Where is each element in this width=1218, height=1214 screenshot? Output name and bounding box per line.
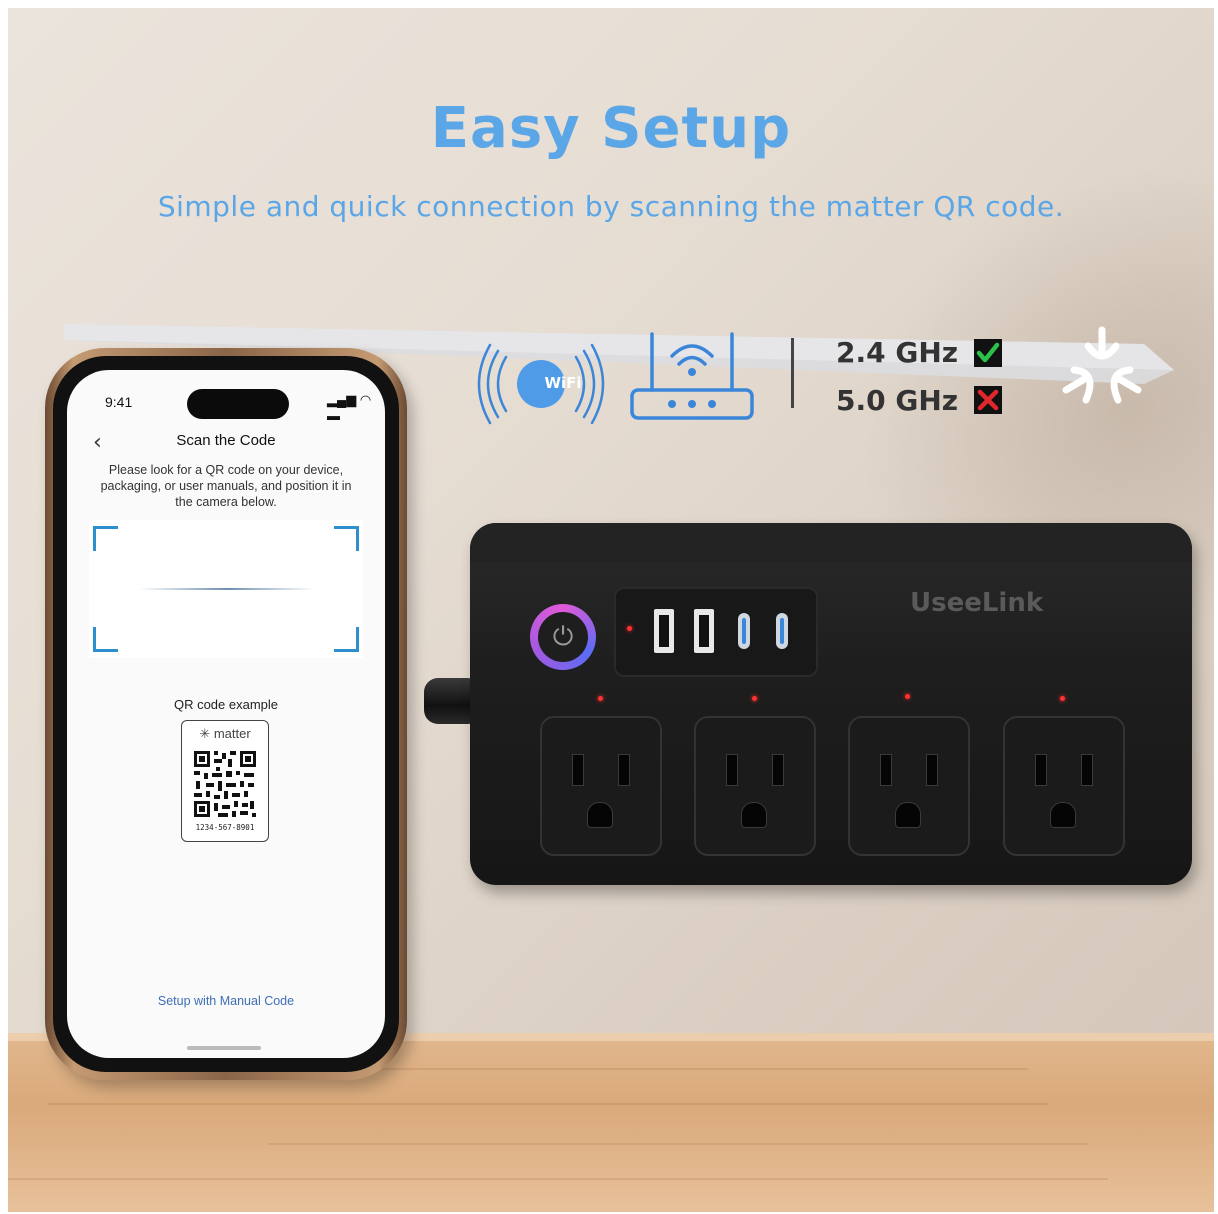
power-icon: ⏻ [538,612,588,662]
cross-icon [974,386,1002,414]
qr-example-card: ✳ matter 1234-567-8901 [181,720,269,842]
headline: Easy Setup [430,96,792,161]
qr-code-icon [192,749,258,819]
usb-panel [614,587,818,677]
viewfinder-corner [93,627,118,652]
wifi-badge-label: WiFi [544,374,582,392]
setup-manual-code-link[interactable]: Setup with Manual Code [67,994,385,1008]
usb-ports-icon [654,609,788,653]
brand-logo: UseeLink [910,588,1044,618]
screen-title: Scan the Code [176,432,276,449]
band-label-2-4: 2.4 GHz [836,336,959,369]
viewfinder-corner [93,526,118,551]
check-icon [974,339,1002,367]
divider [791,338,794,408]
ac-outlet [540,716,662,856]
screen-description: Please look for a QR code on your device… [100,463,352,509]
viewfinder-corner [334,526,359,551]
indicator-led [627,626,632,631]
status-icons: ▂▄▆ ◠ ▬ [327,392,372,423]
qr-example-label: QR code example [173,697,279,712]
indicator-led [1060,696,1065,701]
indicator-led [905,694,910,699]
phone-screen: 9:41 ▂▄▆ ◠ ▬ ‹ Scan the Code Please look… [67,370,385,1058]
band-label-5-0: 5.0 GHz [836,384,959,417]
subheadline: Simple and quick connection by scanning … [157,190,1065,223]
viewfinder-corner [334,627,359,652]
indicator-led [598,696,603,701]
power-cord [424,678,474,724]
power-button: ⏻ [530,604,596,670]
matter-logo-icon: ✳ [199,726,214,741]
ac-outlet [848,716,970,856]
indicator-led [752,696,757,701]
matter-logo-icon [1062,326,1142,404]
matter-brand-label: ✳ matter [199,726,251,741]
dynamic-island [187,389,289,419]
camera-viewfinder[interactable] [89,520,363,658]
qr-code-number: 1234-567-8901 [195,823,255,832]
ac-outlet [694,716,816,856]
home-indicator [187,1046,261,1050]
ac-outlet [1003,716,1125,856]
status-time: 9:41 [105,394,133,410]
scan-line [139,588,315,590]
router-icon [630,332,754,420]
smartphone: 9:41 ▂▄▆ ◠ ▬ ‹ Scan the Code Please look… [45,348,407,1080]
